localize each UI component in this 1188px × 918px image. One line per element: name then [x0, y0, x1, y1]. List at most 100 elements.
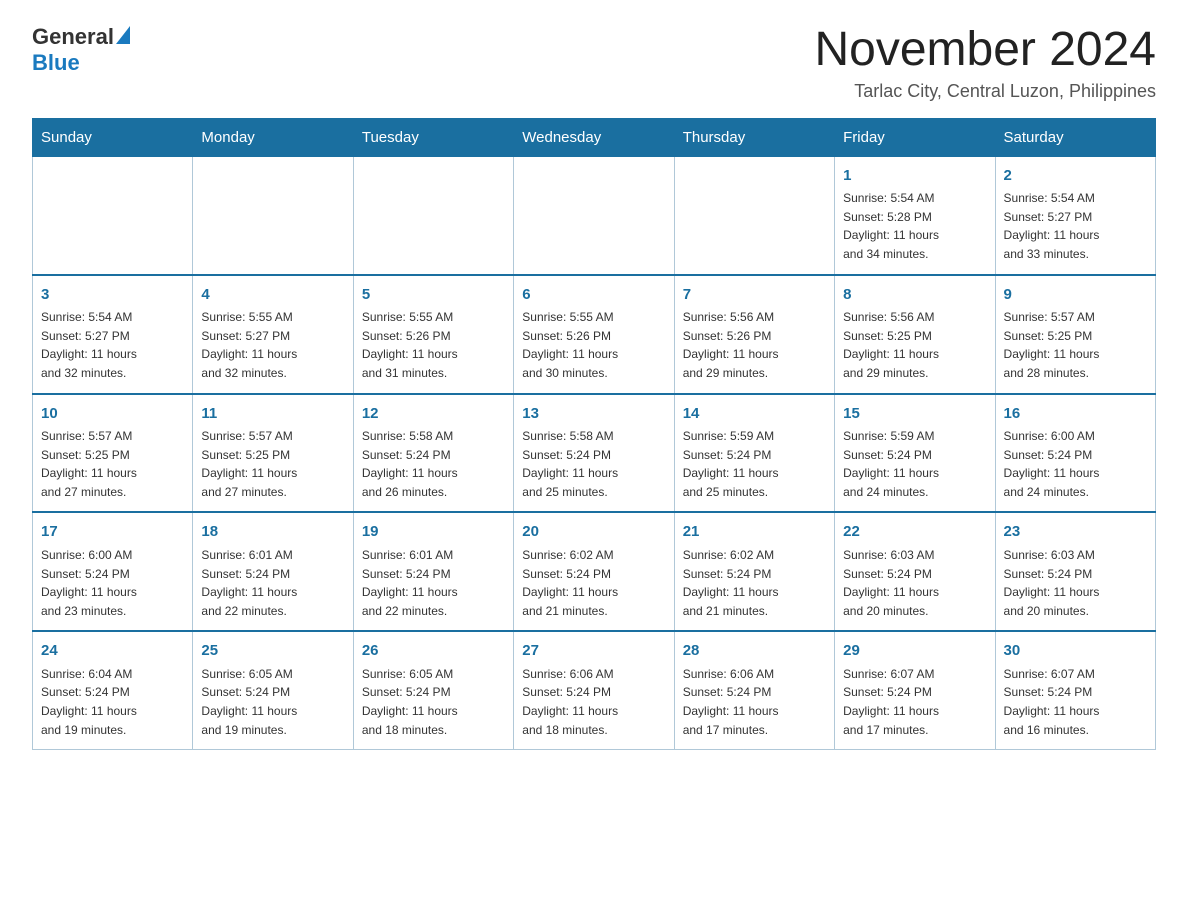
calendar-cell: 29Sunrise: 6:07 AMSunset: 5:24 PMDayligh… — [835, 631, 995, 749]
day-info: Sunrise: 5:59 AMSunset: 5:24 PMDaylight:… — [843, 427, 986, 501]
calendar-cell: 6Sunrise: 5:55 AMSunset: 5:26 PMDaylight… — [514, 275, 674, 394]
day-number: 8 — [843, 284, 986, 307]
day-info: Sunrise: 5:54 AMSunset: 5:28 PMDaylight:… — [843, 189, 986, 263]
calendar-cell: 1Sunrise: 5:54 AMSunset: 5:28 PMDaylight… — [835, 156, 995, 274]
day-of-week-header: Sunday — [33, 118, 193, 156]
day-info: Sunrise: 5:57 AMSunset: 5:25 PMDaylight:… — [41, 427, 184, 501]
day-number: 12 — [362, 403, 505, 426]
month-year-title: November 2024 — [814, 24, 1156, 77]
day-of-week-header: Saturday — [995, 118, 1155, 156]
day-info: Sunrise: 6:05 AMSunset: 5:24 PMDaylight:… — [362, 665, 505, 739]
calendar-week-row: 1Sunrise: 5:54 AMSunset: 5:28 PMDaylight… — [33, 156, 1156, 274]
calendar-cell: 4Sunrise: 5:55 AMSunset: 5:27 PMDaylight… — [193, 275, 353, 394]
calendar-cell: 25Sunrise: 6:05 AMSunset: 5:24 PMDayligh… — [193, 631, 353, 749]
calendar-cell: 22Sunrise: 6:03 AMSunset: 5:24 PMDayligh… — [835, 512, 995, 631]
calendar-cell: 21Sunrise: 6:02 AMSunset: 5:24 PMDayligh… — [674, 512, 834, 631]
calendar-header-row: SundayMondayTuesdayWednesdayThursdayFrid… — [33, 118, 1156, 156]
day-of-week-header: Wednesday — [514, 118, 674, 156]
calendar-cell: 12Sunrise: 5:58 AMSunset: 5:24 PMDayligh… — [353, 394, 513, 513]
day-number: 11 — [201, 403, 344, 426]
logo-blue: Blue — [32, 50, 80, 76]
day-number: 5 — [362, 284, 505, 307]
day-number: 16 — [1004, 403, 1147, 426]
day-info: Sunrise: 6:02 AMSunset: 5:24 PMDaylight:… — [683, 546, 826, 620]
calendar-cell: 5Sunrise: 5:55 AMSunset: 5:26 PMDaylight… — [353, 275, 513, 394]
day-number: 15 — [843, 403, 986, 426]
day-info: Sunrise: 6:06 AMSunset: 5:24 PMDaylight:… — [522, 665, 665, 739]
day-info: Sunrise: 5:56 AMSunset: 5:25 PMDaylight:… — [843, 308, 986, 382]
calendar-week-row: 17Sunrise: 6:00 AMSunset: 5:24 PMDayligh… — [33, 512, 1156, 631]
calendar-week-row: 24Sunrise: 6:04 AMSunset: 5:24 PMDayligh… — [33, 631, 1156, 749]
day-info: Sunrise: 5:55 AMSunset: 5:27 PMDaylight:… — [201, 308, 344, 382]
day-of-week-header: Tuesday — [353, 118, 513, 156]
calendar-cell: 24Sunrise: 6:04 AMSunset: 5:24 PMDayligh… — [33, 631, 193, 749]
calendar-cell: 13Sunrise: 5:58 AMSunset: 5:24 PMDayligh… — [514, 394, 674, 513]
day-number: 4 — [201, 284, 344, 307]
calendar-cell: 11Sunrise: 5:57 AMSunset: 5:25 PMDayligh… — [193, 394, 353, 513]
day-info: Sunrise: 6:03 AMSunset: 5:24 PMDaylight:… — [1004, 546, 1147, 620]
day-number: 21 — [683, 521, 826, 544]
day-info: Sunrise: 6:04 AMSunset: 5:24 PMDaylight:… — [41, 665, 184, 739]
day-number: 14 — [683, 403, 826, 426]
day-number: 2 — [1004, 165, 1147, 188]
calendar-week-row: 3Sunrise: 5:54 AMSunset: 5:27 PMDaylight… — [33, 275, 1156, 394]
logo-general: General — [32, 24, 114, 50]
calendar-cell: 17Sunrise: 6:00 AMSunset: 5:24 PMDayligh… — [33, 512, 193, 631]
day-number: 10 — [41, 403, 184, 426]
day-of-week-header: Thursday — [674, 118, 834, 156]
day-number: 26 — [362, 640, 505, 663]
title-block: November 2024 Tarlac City, Central Luzon… — [814, 24, 1156, 102]
calendar-cell: 14Sunrise: 5:59 AMSunset: 5:24 PMDayligh… — [674, 394, 834, 513]
day-number: 24 — [41, 640, 184, 663]
day-number: 3 — [41, 284, 184, 307]
day-info: Sunrise: 5:58 AMSunset: 5:24 PMDaylight:… — [522, 427, 665, 501]
location-subtitle: Tarlac City, Central Luzon, Philippines — [814, 81, 1156, 102]
day-number: 22 — [843, 521, 986, 544]
logo-triangle-icon — [116, 26, 130, 44]
calendar-cell: 19Sunrise: 6:01 AMSunset: 5:24 PMDayligh… — [353, 512, 513, 631]
day-number: 27 — [522, 640, 665, 663]
day-number: 30 — [1004, 640, 1147, 663]
day-info: Sunrise: 6:07 AMSunset: 5:24 PMDaylight:… — [1004, 665, 1147, 739]
day-number: 13 — [522, 403, 665, 426]
day-info: Sunrise: 5:57 AMSunset: 5:25 PMDaylight:… — [1004, 308, 1147, 382]
day-info: Sunrise: 5:54 AMSunset: 5:27 PMDaylight:… — [41, 308, 184, 382]
day-number: 19 — [362, 521, 505, 544]
day-number: 17 — [41, 521, 184, 544]
calendar-cell: 3Sunrise: 5:54 AMSunset: 5:27 PMDaylight… — [33, 275, 193, 394]
calendar-table: SundayMondayTuesdayWednesdayThursdayFrid… — [32, 118, 1156, 750]
day-info: Sunrise: 6:00 AMSunset: 5:24 PMDaylight:… — [1004, 427, 1147, 501]
calendar-cell: 2Sunrise: 5:54 AMSunset: 5:27 PMDaylight… — [995, 156, 1155, 274]
day-info: Sunrise: 5:55 AMSunset: 5:26 PMDaylight:… — [522, 308, 665, 382]
day-info: Sunrise: 6:03 AMSunset: 5:24 PMDaylight:… — [843, 546, 986, 620]
calendar-cell: 7Sunrise: 5:56 AMSunset: 5:26 PMDaylight… — [674, 275, 834, 394]
day-info: Sunrise: 5:56 AMSunset: 5:26 PMDaylight:… — [683, 308, 826, 382]
calendar-cell: 15Sunrise: 5:59 AMSunset: 5:24 PMDayligh… — [835, 394, 995, 513]
day-info: Sunrise: 6:01 AMSunset: 5:24 PMDaylight:… — [201, 546, 344, 620]
calendar-cell — [193, 156, 353, 274]
day-info: Sunrise: 6:02 AMSunset: 5:24 PMDaylight:… — [522, 546, 665, 620]
day-number: 28 — [683, 640, 826, 663]
calendar-cell: 16Sunrise: 6:00 AMSunset: 5:24 PMDayligh… — [995, 394, 1155, 513]
day-number: 6 — [522, 284, 665, 307]
day-number: 23 — [1004, 521, 1147, 544]
calendar-cell: 9Sunrise: 5:57 AMSunset: 5:25 PMDaylight… — [995, 275, 1155, 394]
day-info: Sunrise: 5:54 AMSunset: 5:27 PMDaylight:… — [1004, 189, 1147, 263]
day-number: 7 — [683, 284, 826, 307]
calendar-cell: 8Sunrise: 5:56 AMSunset: 5:25 PMDaylight… — [835, 275, 995, 394]
day-info: Sunrise: 6:06 AMSunset: 5:24 PMDaylight:… — [683, 665, 826, 739]
day-info: Sunrise: 6:05 AMSunset: 5:24 PMDaylight:… — [201, 665, 344, 739]
logo: General Blue — [32, 24, 130, 76]
calendar-cell: 27Sunrise: 6:06 AMSunset: 5:24 PMDayligh… — [514, 631, 674, 749]
page-header: General Blue November 2024 Tarlac City, … — [32, 24, 1156, 102]
day-info: Sunrise: 5:58 AMSunset: 5:24 PMDaylight:… — [362, 427, 505, 501]
calendar-cell: 18Sunrise: 6:01 AMSunset: 5:24 PMDayligh… — [193, 512, 353, 631]
calendar-cell: 10Sunrise: 5:57 AMSunset: 5:25 PMDayligh… — [33, 394, 193, 513]
day-of-week-header: Friday — [835, 118, 995, 156]
calendar-cell — [33, 156, 193, 274]
day-number: 18 — [201, 521, 344, 544]
calendar-cell: 28Sunrise: 6:06 AMSunset: 5:24 PMDayligh… — [674, 631, 834, 749]
day-number: 25 — [201, 640, 344, 663]
day-number: 29 — [843, 640, 986, 663]
day-of-week-header: Monday — [193, 118, 353, 156]
